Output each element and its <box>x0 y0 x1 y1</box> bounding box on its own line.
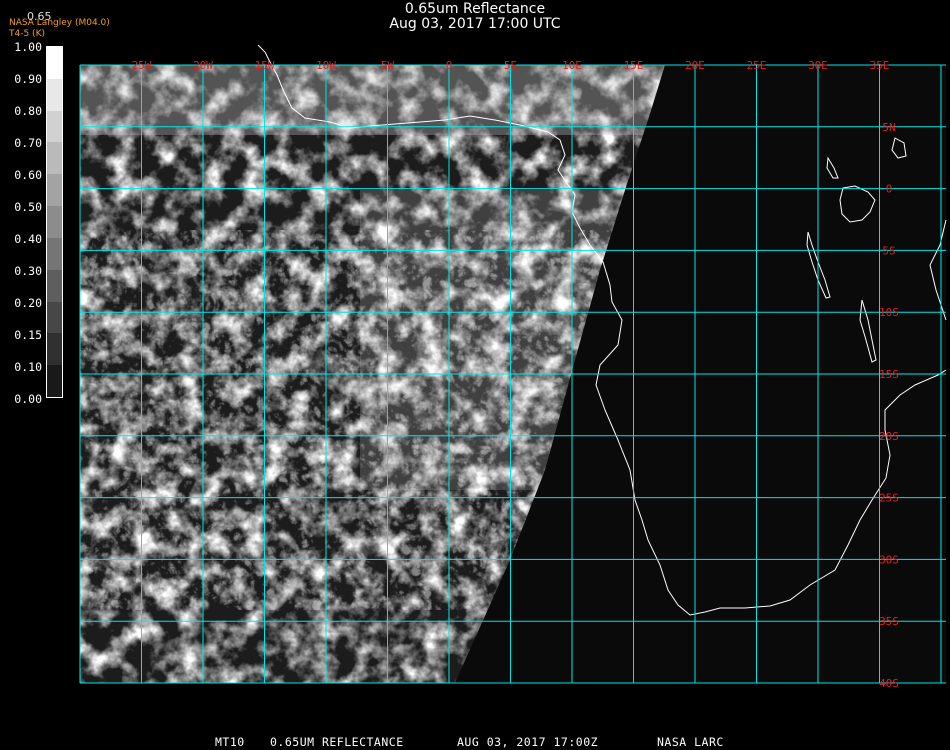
footer-datetime: AUG 03, 2017 17:00Z <box>457 735 599 749</box>
latitude-label: 5S <box>882 244 895 257</box>
longitude-label: 25W <box>132 59 152 72</box>
longitude-label: 15E <box>624 59 644 72</box>
latitude-label: 5N <box>882 121 895 134</box>
latitude-label: 0 <box>886 183 893 196</box>
longitude-label: 30E <box>808 59 828 72</box>
latitude-label: 10S <box>879 306 899 319</box>
footer-product: 0.65UM REFLECTANCE <box>270 735 404 749</box>
longitude-label: 35E <box>870 59 890 72</box>
northern-cloud-band <box>80 65 665 135</box>
latitude-label: 40S <box>879 677 899 690</box>
longitude-label: 15W <box>255 59 275 72</box>
latitude-label: 25S <box>879 492 899 505</box>
longitude-label: 10W <box>316 59 336 72</box>
footer-satellite: MT10 <box>215 735 245 749</box>
latitude-label: 20S <box>879 430 899 443</box>
longitude-label: 25E <box>747 59 767 72</box>
latitude-label: 30S <box>879 553 899 566</box>
longitude-label: 10E <box>562 59 582 72</box>
longitude-label: 0 <box>446 59 453 72</box>
longitude-label: 20W <box>193 59 213 72</box>
longitude-label: 20E <box>685 59 705 72</box>
latitude-label: 35S <box>879 615 899 628</box>
footer-org: NASA LARC <box>657 735 724 749</box>
satellite-map: 25W 20W 15W 10W 5W 0 5E 10E 15E 20E 25E 30E 35E 5N 0 5… <box>79 44 947 690</box>
latitude-label: 15S <box>879 368 899 381</box>
footer-bar: MT10 0.65UM REFLECTANCE AUG 03, 2017 17:… <box>0 735 950 750</box>
longitude-label: 5W <box>381 59 395 72</box>
longitude-label: 5E <box>504 59 517 72</box>
